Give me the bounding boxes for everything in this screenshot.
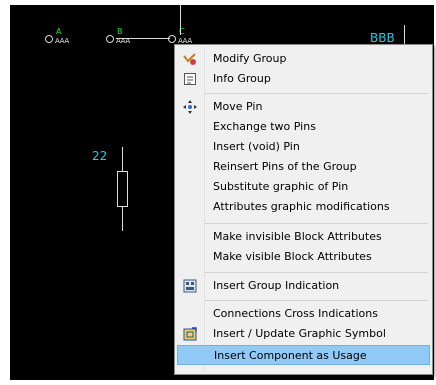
pin-letter: B (117, 27, 123, 36)
info-group-icon (184, 73, 196, 85)
menu-item-attributes-graphic[interactable]: Attributes graphic modifications (177, 197, 430, 217)
menu-separator (205, 223, 428, 224)
menu-item-reinsert-pins[interactable]: Reinsert Pins of the Group (177, 157, 430, 177)
label-bbb: BBB (370, 31, 395, 45)
group-indication-icon (183, 279, 197, 293)
label-22: 22 (92, 149, 108, 163)
menu-item-label: Reinsert Pins of the Group (213, 160, 357, 173)
menu-item-label: Info Group (213, 72, 271, 85)
menu-item-label: Insert / Update Graphic Symbol (213, 327, 386, 340)
pin-b[interactable]: B AAA (106, 27, 146, 47)
pin-name: AAA (55, 37, 69, 45)
menu-item-make-invisible[interactable]: Make invisible Block Attributes (177, 227, 430, 247)
wire (116, 38, 170, 39)
menu-item-exchange-pins[interactable]: Exchange two Pins (177, 117, 430, 137)
menu-item-label: Make visible Block Attributes (213, 250, 372, 263)
move-pin-icon (183, 100, 197, 114)
graphic-symbol-icon (183, 327, 197, 341)
wire (404, 25, 405, 45)
menu-item-label: Move Pin (213, 100, 263, 113)
menu-item-insert-group-indication[interactable]: Insert Group Indication (177, 276, 430, 296)
pin-letter: A (56, 27, 62, 36)
menu-item-label: Attributes graphic modifications (213, 200, 390, 213)
menu-separator (205, 93, 428, 94)
pin-circle (168, 35, 176, 43)
pin-circle (106, 35, 114, 43)
menu-item-connections-cross[interactable]: Connections Cross Indications (177, 304, 430, 324)
menu-item-modify-group[interactable]: Modify Group (177, 49, 430, 69)
menu-item-label: Make invisible Block Attributes (213, 230, 382, 243)
menu-item-label: Substitute graphic of Pin (213, 180, 349, 193)
menu-item-label: Insert (void) Pin (213, 140, 300, 153)
menu-item-label: Insert Group Indication (213, 279, 340, 292)
wire (122, 147, 123, 171)
menu-item-insert-component-usage[interactable]: Insert Component as Usage (177, 345, 430, 365)
pin-a[interactable]: A AAA (45, 27, 85, 47)
menu-item-info-group[interactable]: Info Group (177, 69, 430, 89)
menu-item-label: Insert Component as Usage (214, 349, 367, 362)
menu-item-insert-void-pin[interactable]: Insert (void) Pin (177, 137, 430, 157)
menu-item-label: Modify Group (213, 52, 287, 65)
menu-item-insert-update-graphic[interactable]: Insert / Update Graphic Symbol (177, 324, 430, 344)
pin-circle (45, 35, 53, 43)
menu-item-substitute-graphic[interactable]: Substitute graphic of Pin (177, 177, 430, 197)
menu-item-move-pin[interactable]: Move Pin (177, 97, 430, 117)
menu-item-make-visible[interactable]: Make visible Block Attributes (177, 247, 430, 267)
modify-group-icon (183, 53, 196, 65)
menu-separator (205, 300, 428, 301)
context-menu[interactable]: Modify Group Info Group Move Pin Exchang… (174, 44, 433, 375)
menu-item-label: Exchange two Pins (213, 120, 316, 133)
wire (180, 5, 181, 35)
menu-separator (205, 272, 428, 273)
wire (122, 207, 123, 231)
resistor-symbol[interactable] (117, 171, 128, 207)
menu-item-label: Connections Cross Indications (213, 307, 378, 320)
